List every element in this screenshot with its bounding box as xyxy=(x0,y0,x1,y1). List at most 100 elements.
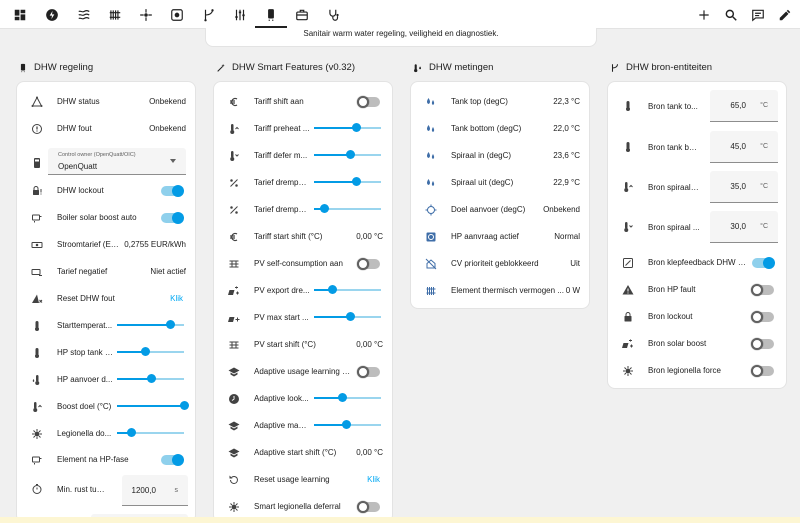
valve-icon[interactable] xyxy=(199,5,219,25)
smart-legionella-toggle[interactable] xyxy=(357,500,380,513)
row-label: Tarief drempel... xyxy=(254,178,310,187)
row-spiraal-uit[interactable]: Spiraal uit (degC) 22,9 °C xyxy=(411,169,589,196)
row-value: Onbekend xyxy=(149,124,186,133)
bron-spiraal-uit-input[interactable]: 30,0 °C xyxy=(710,211,778,243)
slider-thumb[interactable] xyxy=(351,177,361,186)
row-dhw-lockout: DHW lockout xyxy=(17,177,195,204)
adaptive-usage-toggle[interactable] xyxy=(357,365,380,378)
row-dhw-fout[interactable]: DHW fout Onbekend xyxy=(17,115,195,142)
row-hp-aanvraag[interactable]: HP aanvraag actief Normal xyxy=(411,223,589,250)
water-heater-icon[interactable] xyxy=(261,5,281,25)
adaptive-lookahead-slider[interactable] xyxy=(314,393,381,402)
row-value: 22,0 °C xyxy=(553,124,580,133)
alert-remove-icon xyxy=(30,292,44,306)
slider-thumb[interactable] xyxy=(140,347,150,356)
row-cv-prioriteit[interactable]: CV prioriteit geblokkeerd Uit xyxy=(411,250,589,277)
row-adaptive-max: Adaptive max ... xyxy=(214,412,392,439)
pv-self-consumption-toggle[interactable] xyxy=(357,257,380,270)
legionella-slider[interactable] xyxy=(117,428,184,437)
row-value: Onbekend xyxy=(543,205,580,214)
plus-icon[interactable] xyxy=(694,5,714,25)
bron-tank-bottom-input[interactable]: 45,0 °C xyxy=(710,131,778,163)
slider-thumb[interactable] xyxy=(147,374,157,383)
slider-thumb[interactable] xyxy=(346,150,356,159)
solar-panel-plus-icon xyxy=(227,311,241,325)
row-element-vermogen[interactable]: Element thermisch vermogen ... 0 W xyxy=(411,277,589,304)
row-adaptive-start-shift[interactable]: Adaptive start shift (°C) 0,00 °C xyxy=(214,439,392,466)
toolbox-icon[interactable] xyxy=(292,5,312,25)
hp-aanvoer-slider[interactable] xyxy=(117,374,184,383)
search-icon[interactable] xyxy=(721,5,741,25)
row-label: Bron tank bo... xyxy=(648,142,700,152)
bron-tank-top-input[interactable]: 65,0 °C xyxy=(710,90,778,122)
row-tariff-start-shift[interactable]: Tariff start shift (°C) 0,00 °C xyxy=(214,223,392,250)
tariff-shift-toggle[interactable] xyxy=(357,95,380,108)
dhw-lockout-toggle[interactable] xyxy=(161,184,184,197)
tarief-drempel-1-slider[interactable] xyxy=(314,177,381,186)
slider-thumb[interactable] xyxy=(166,320,176,329)
slider-thumb[interactable] xyxy=(179,401,189,410)
reset-usage-learning-button[interactable]: Klik xyxy=(367,475,380,484)
row-tarief-negatief[interactable]: Tarief negatief Niet actief xyxy=(17,258,195,285)
bron-legionella-force-toggle[interactable] xyxy=(751,364,774,377)
row-tank-bottom[interactable]: Tank bottom (degC) 22,0 °C xyxy=(411,115,589,142)
water-boiler-icon xyxy=(30,453,44,467)
lightning-icon[interactable] xyxy=(42,5,62,25)
bron-hp-fault-toggle[interactable] xyxy=(751,283,774,296)
row-tariff-shift: Tariff shift aan xyxy=(214,88,392,115)
bron-klepfeedback-toggle[interactable] xyxy=(752,256,775,269)
cash-icon xyxy=(30,238,44,252)
row-tank-top[interactable]: Tank top (degC) 22,3 °C xyxy=(411,88,589,115)
boost-doel-slider[interactable] xyxy=(117,401,189,410)
row-tarief-drempel-2: Tarief drempel... xyxy=(214,196,392,223)
boiler-solar-boost-toggle[interactable] xyxy=(161,211,184,224)
row-pv-export: PV export dre... xyxy=(214,277,392,304)
hp-stop-tank-slider[interactable] xyxy=(117,347,184,356)
row-pv-start-shift[interactable]: PV start shift (°C) 0,00 °C xyxy=(214,331,392,358)
stethoscope-icon[interactable] xyxy=(324,5,344,25)
reset-dhw-fout-button[interactable]: Klik xyxy=(170,294,183,303)
row-label: Adaptive usage learning aan xyxy=(254,367,354,376)
tariff-preheat-slider[interactable] xyxy=(314,123,381,132)
row-value: 0,00 °C xyxy=(356,232,383,241)
control-owner-select[interactable]: Control owner (OpenQuatt/OIC) OpenQuatt xyxy=(48,148,186,175)
thermometer-chevron-up-icon xyxy=(227,122,241,136)
pv-export-slider[interactable] xyxy=(314,285,381,294)
slider-thumb[interactable] xyxy=(337,393,347,402)
starttemperatuur-slider[interactable] xyxy=(117,320,184,329)
slider-thumb[interactable] xyxy=(346,312,356,321)
tarief-drempel-2-slider[interactable] xyxy=(314,204,381,213)
heating-icon[interactable] xyxy=(74,5,94,25)
row-doel-aanvoer[interactable]: Doel aanvoer (degC) Onbekend xyxy=(411,196,589,223)
dashboard-icon[interactable] xyxy=(10,5,30,25)
bron-lockout-toggle[interactable] xyxy=(751,310,774,323)
sliders-icon[interactable] xyxy=(230,5,250,25)
row-boiler-solar-boost: Boiler solar boost auto xyxy=(17,204,195,231)
slider-thumb[interactable] xyxy=(328,285,338,294)
slider-thumb[interactable] xyxy=(341,420,351,429)
thermometer-chevron-up-icon xyxy=(30,400,44,414)
slider-thumb[interactable] xyxy=(351,123,361,132)
adaptive-max-slider[interactable] xyxy=(314,420,381,429)
row-value: 23,6 °C xyxy=(553,151,580,160)
row-label: Smart legionella deferral xyxy=(254,502,341,511)
row-hp-aanvoer: HP aanvoer d... xyxy=(17,366,195,393)
bron-solar-boost-toggle[interactable] xyxy=(751,337,774,350)
thermometer-icon xyxy=(30,319,44,333)
row-dhw-status[interactable]: DHW status Onbekend xyxy=(17,88,195,115)
pencil-icon[interactable] xyxy=(775,5,795,25)
pv-max-start-slider[interactable] xyxy=(314,312,381,321)
element-na-hp-toggle[interactable] xyxy=(161,453,184,466)
row-spiraal-in[interactable]: Spiraal in (degC) 23,6 °C xyxy=(411,142,589,169)
heatpump-icon[interactable] xyxy=(136,5,156,25)
slider-thumb[interactable] xyxy=(320,204,330,213)
controller-icon[interactable] xyxy=(167,5,187,25)
row-stroomtarief[interactable]: Stroomtarief (EU... 0,2755 EUR/kWh xyxy=(17,231,195,258)
chat-icon[interactable] xyxy=(748,5,768,25)
row-pv-self-consumption: PV self-consumption aan xyxy=(214,250,392,277)
bron-spiraal-in-input[interactable]: 35,0 °C xyxy=(710,171,778,203)
tariff-defer-slider[interactable] xyxy=(314,150,381,159)
radiator-icon[interactable] xyxy=(105,5,125,25)
min-rust-input[interactable]: 1200,0 s xyxy=(122,475,188,506)
slider-thumb[interactable] xyxy=(127,428,137,437)
